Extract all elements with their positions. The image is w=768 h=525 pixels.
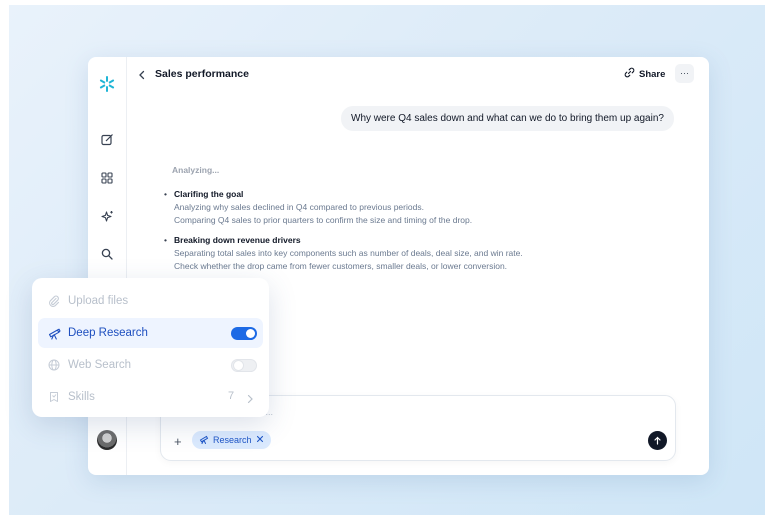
toggle-knob [246,329,255,338]
menu-item-skills[interactable]: Skills 7 [38,382,263,412]
page-title: Sales performance [155,68,249,80]
share-label: Share [639,68,666,80]
skills-icon [47,390,61,404]
toggle-knob [234,361,243,370]
skills-count: 7 [228,390,235,402]
chip-label: Research [213,435,252,445]
tools-menu: Upload files Deep Research Web Search Sk [32,278,269,417]
reasoning-step: • Breaking down revenue drivers Separati… [164,234,523,273]
reasoning-step: • Clarifing the goal Analyzing why sales… [164,188,472,227]
new-chat-icon[interactable] [99,131,115,147]
paperclip-icon [47,294,61,308]
menu-item-deep-research[interactable]: Deep Research [38,318,263,348]
add-attachment-button[interactable]: + [174,435,182,448]
search-icon[interactable] [99,246,115,262]
step-detail: Separating total sales into key componen… [174,248,523,258]
menu-item-label: Web Search [68,359,132,371]
step-title: Breaking down revenue drivers [174,235,301,245]
back-chevron-icon[interactable] [136,68,148,80]
deep-research-toggle[interactable] [231,327,257,340]
send-button[interactable] [648,431,667,450]
menu-item-label: Upload files [68,295,129,307]
link-icon [624,67,635,81]
menu-item-label: Deep Research [68,327,148,339]
sparkle-icon[interactable] [99,208,115,224]
chevron-right-icon [245,391,255,409]
step-detail: Comparing Q4 sales to prior quarters to … [174,215,473,225]
menu-item-label: Skills [68,391,95,403]
arrow-up-icon [654,436,661,445]
telescope-icon [47,326,61,340]
globe-icon [47,358,61,372]
avatar[interactable] [97,430,117,450]
research-chip[interactable]: Research [192,431,271,449]
bullet: • [164,235,167,245]
telescope-icon [199,434,209,446]
menu-item-upload-files[interactable]: Upload files [38,286,263,316]
share-button[interactable]: Share [624,65,665,83]
logo-icon[interactable] [99,76,115,92]
web-search-toggle[interactable] [231,359,257,372]
grid-icon[interactable] [99,170,115,186]
step-title: Clarifing the goal [174,189,244,199]
more-options-button[interactable]: ··· [675,64,694,83]
chip-close-icon[interactable] [256,435,264,445]
step-detail: Analyzing why sales declined in Q4 compa… [174,202,424,212]
step-detail: Check whether the drop came from fewer c… [174,261,508,271]
analyzing-status: Analyzing... [172,165,220,175]
user-message-bubble: Why were Q4 sales down and what can we d… [341,106,674,131]
bullet: • [164,189,167,199]
menu-item-web-search[interactable]: Web Search [38,350,263,380]
